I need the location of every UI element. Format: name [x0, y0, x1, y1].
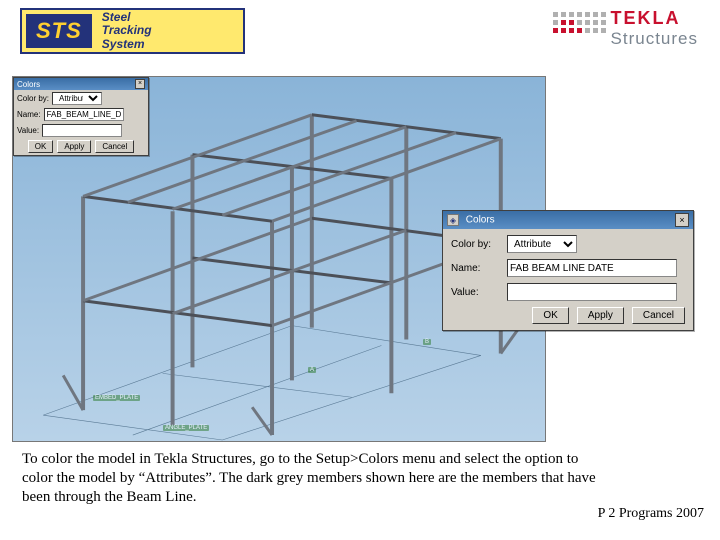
name-input[interactable]: [44, 108, 124, 121]
tekla-dots-icon: [553, 12, 609, 33]
dialog-title: Colors: [466, 215, 495, 226]
name-input[interactable]: [507, 259, 677, 277]
sts-line3: System: [102, 38, 152, 51]
member-label-1: EMBED_PLATE: [93, 395, 140, 401]
grid-label-a: A: [308, 367, 316, 373]
sts-logo: STS Steel Tracking System: [20, 8, 245, 54]
sts-line2: Tracking: [102, 24, 152, 37]
colorby-label: Color by:: [17, 94, 49, 103]
ok-button[interactable]: OK: [28, 140, 54, 153]
footer-text: P 2 Programs 2007: [598, 506, 704, 522]
ok-button[interactable]: OK: [532, 307, 568, 324]
cancel-button[interactable]: Cancel: [95, 140, 134, 153]
apply-button[interactable]: Apply: [577, 307, 624, 324]
sts-text: Steel Tracking System: [102, 11, 152, 51]
colorby-select[interactable]: Attribute: [52, 92, 102, 105]
member-label-2: ANGLE_PLATE: [163, 425, 209, 431]
name-label: Name:: [451, 263, 501, 274]
name-label: Name:: [17, 110, 41, 119]
value-label: Value:: [17, 126, 39, 135]
value-label: Value:: [451, 287, 501, 298]
tekla-sub: Structures: [611, 29, 698, 49]
close-icon[interactable]: ×: [135, 79, 145, 89]
dialog-titlebar[interactable]: Colors ×: [14, 78, 148, 90]
close-icon[interactable]: ×: [675, 213, 689, 227]
apply-button[interactable]: Apply: [57, 140, 91, 153]
colorby-select[interactable]: Attribute: [507, 235, 577, 253]
tekla-logo: TEKLA Structures: [611, 8, 698, 49]
value-input[interactable]: [507, 283, 677, 301]
tekla-name: TEKLA: [611, 8, 698, 29]
colors-dialog: ◈ Colors × Color by: Attribute Name: Val…: [442, 210, 694, 331]
value-input[interactable]: [42, 124, 122, 137]
header-bar: STS Steel Tracking System TEKLA Structur…: [0, 6, 720, 58]
sts-abbrev: STS: [26, 14, 92, 48]
cancel-button[interactable]: Cancel: [632, 307, 685, 324]
dialog-titlebar[interactable]: ◈ Colors ×: [443, 211, 693, 229]
palette-icon: ◈: [447, 214, 459, 226]
colorby-label: Color by:: [451, 239, 501, 250]
grid-label-b: B: [423, 339, 431, 345]
caption-text: To color the model in Tekla Structures, …: [22, 450, 602, 506]
colors-dialog-small: Colors × Color by: Attribute Name: Value…: [13, 77, 149, 156]
dialog-title: Colors: [17, 80, 40, 89]
